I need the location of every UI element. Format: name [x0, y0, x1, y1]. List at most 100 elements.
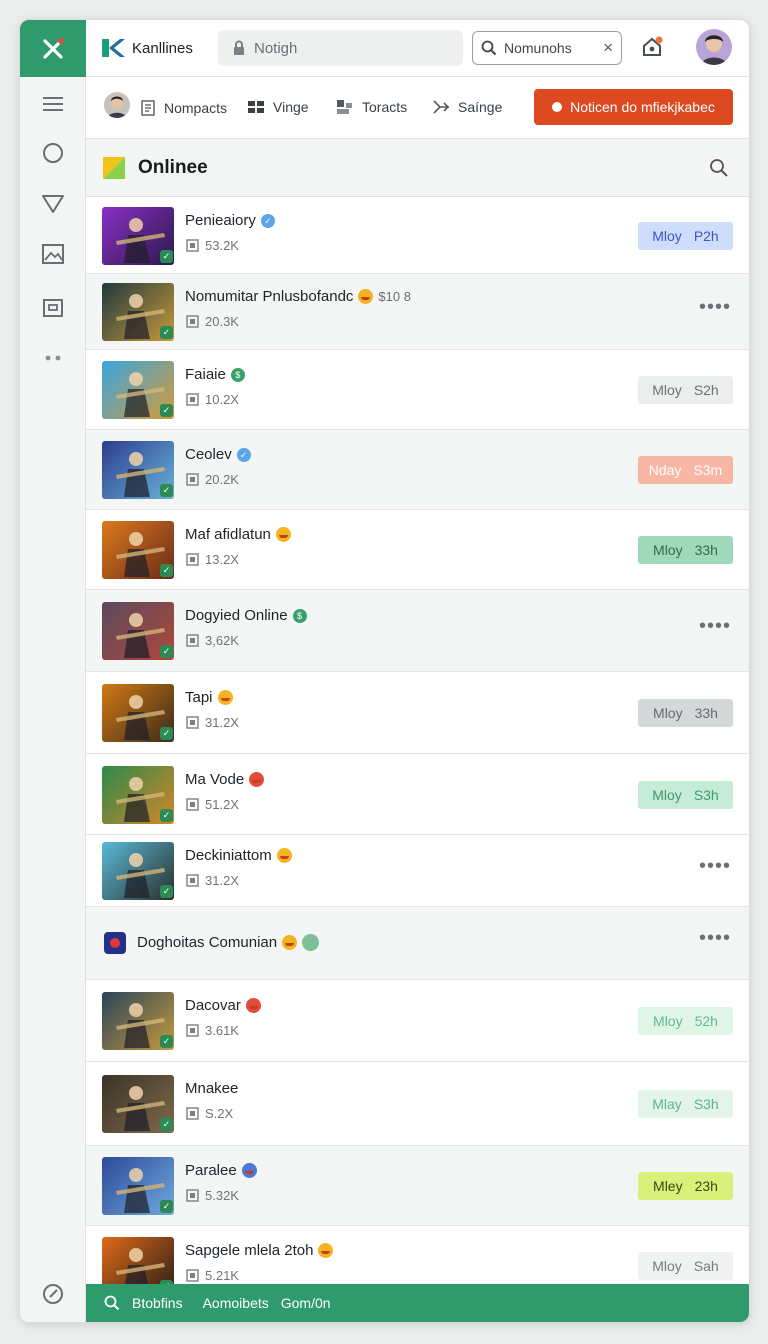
- nav-item-vinge[interactable]: Vinge: [247, 99, 309, 115]
- more-options-icon[interactable]: ••••: [699, 296, 731, 319]
- list-item[interactable]: ✓ Faiaie $10.2X Mloy S2h: [86, 350, 749, 430]
- game-title[interactable]: Ma Vode: [185, 771, 265, 788]
- platform-badge-icon: ✓: [160, 564, 173, 577]
- list-item[interactable]: ✓ Maf afidlatun 13.2X Mloy 33h: [86, 510, 749, 590]
- card-icon[interactable]: [20, 288, 86, 328]
- nav-item-nompacts[interactable]: Nompacts: [140, 99, 227, 117]
- document-icon: [141, 100, 155, 116]
- list-item[interactable]: ✓ Dacovar 3.61K Mloy 52h: [86, 980, 749, 1062]
- game-meta: 3,62K: [186, 633, 239, 648]
- play-time-button[interactable]: Mloy Sah: [638, 1252, 733, 1280]
- notification-icon[interactable]: [641, 36, 663, 63]
- game-thumbnail[interactable]: ✓: [102, 441, 174, 499]
- play-time-button[interactable]: Mloy S3h: [638, 781, 733, 809]
- game-thumbnail[interactable]: ✓: [102, 1075, 174, 1133]
- circle-icon[interactable]: [20, 133, 86, 173]
- game-title[interactable]: Paralee: [185, 1162, 257, 1179]
- game-title[interactable]: Deckiniattom: [185, 847, 292, 864]
- more-options-icon[interactable]: ••••: [699, 855, 731, 878]
- players-icon: [186, 553, 199, 566]
- game-title-text: Penieaiory: [185, 212, 256, 229]
- group-title: Doghoitas Comunian: [137, 934, 320, 951]
- game-thumbnail[interactable]: ✓: [102, 602, 174, 660]
- list-item[interactable]: ✓ Deckiniattom 31.2X ••••: [86, 835, 749, 907]
- game-thumbnail[interactable]: ✓: [102, 1157, 174, 1215]
- address-field[interactable]: Notigh: [218, 30, 463, 66]
- play-time-label: 52h: [694, 1013, 718, 1029]
- more-options-icon[interactable]: ••••: [699, 615, 731, 638]
- list-item[interactable]: ✓ Dogyied Online $ 3,62K ••••: [86, 590, 749, 672]
- player-count: 31.2X: [205, 715, 239, 730]
- brand[interactable]: Kanllines: [86, 37, 218, 59]
- game-title[interactable]: Penieaiory ✓: [185, 212, 275, 229]
- play-time-button[interactable]: Mlay S3h: [638, 1090, 733, 1118]
- play-time-button[interactable]: Mloy 52h: [638, 1007, 733, 1035]
- play-time-label: Mloy: [653, 705, 683, 721]
- game-thumbnail[interactable]: ✓: [102, 684, 174, 742]
- game-thumbnail[interactable]: ✓: [102, 842, 174, 900]
- game-title[interactable]: Dogyied Online $: [185, 607, 307, 624]
- user-avatar[interactable]: [696, 29, 732, 65]
- play-time-button[interactable]: Mloy 33h: [638, 699, 733, 727]
- game-title[interactable]: Sapgele mlela 2toh: [185, 1242, 334, 1259]
- coin-icon: $: [292, 608, 307, 623]
- footer-item-3[interactable]: Gom/0n: [281, 1295, 331, 1311]
- list-item[interactable]: ✓ Mnakee S.2X Mlay S3h: [86, 1062, 749, 1146]
- nav-item-toracts[interactable]: Toracts: [336, 99, 407, 115]
- app-window: Kanllines Notigh Nomunohs × Nompacts Vin…: [19, 19, 750, 1323]
- player-count: 53.2K: [205, 238, 239, 253]
- play-time-button[interactable]: Mloy S2h: [638, 376, 733, 404]
- game-title[interactable]: Nomumitar Pnlusbofandc $10 8: [185, 288, 411, 305]
- play-time-button[interactable]: Mley 23h: [638, 1172, 733, 1200]
- play-time-button[interactable]: Mloy P2h: [638, 222, 733, 250]
- menu-icon[interactable]: [20, 84, 86, 124]
- triangle-icon[interactable]: [20, 184, 86, 224]
- platform-badge-icon: ✓: [160, 1200, 173, 1213]
- game-title[interactable]: Tapi: [185, 689, 233, 706]
- footer-search-icon[interactable]: [104, 1295, 120, 1311]
- game-title[interactable]: Maf afidlatun: [185, 526, 291, 543]
- game-thumbnail[interactable]: ✓: [102, 766, 174, 824]
- list-item[interactable]: ✓ Ceolev ✓ 20.2K Nday S3m: [86, 430, 749, 510]
- notification-cta-button[interactable]: Noticen do mfiekjkabec: [534, 89, 733, 125]
- play-time-label: Mloy: [652, 382, 682, 398]
- list-item[interactable]: ✓ Ma Vode 51.2X Mloy S3h: [86, 754, 749, 835]
- search-input[interactable]: Nomunohs ×: [472, 31, 622, 65]
- player-count: 51.2X: [205, 797, 239, 812]
- nav-label: Vinge: [273, 99, 309, 115]
- section-search-icon[interactable]: [709, 158, 729, 178]
- play-time-button[interactable]: Mloy 33h: [638, 536, 733, 564]
- list-item[interactable]: ✓ Tapi 31.2X Mloy 33h: [86, 672, 749, 754]
- emoji-icon: [249, 772, 265, 787]
- more-options-icon[interactable]: ••••: [699, 927, 731, 950]
- clear-search-icon[interactable]: ×: [603, 38, 613, 58]
- game-title[interactable]: Faiaie $: [185, 366, 245, 383]
- emoji-icon: [217, 690, 233, 705]
- list-item[interactable]: ✓ Penieaiory ✓ 53.2K Mloy P2h: [86, 197, 749, 274]
- platform-badge-icon: ✓: [160, 326, 173, 339]
- group-row[interactable]: Doghoitas Comunian ••••: [86, 907, 749, 980]
- contact-avatar[interactable]: [104, 92, 130, 118]
- game-title[interactable]: Mnakee: [185, 1080, 238, 1097]
- game-title[interactable]: Dacovar: [185, 997, 261, 1014]
- more-icon[interactable]: [20, 338, 86, 378]
- game-thumbnail[interactable]: ✓: [102, 207, 174, 265]
- play-time-label: 33h: [694, 705, 718, 721]
- footer-item-2[interactable]: Aomoibets: [203, 1295, 269, 1311]
- emoji-icon: [276, 848, 292, 863]
- gallery-icon[interactable]: [20, 234, 86, 274]
- list-item[interactable]: ✓ Nomumitar Pnlusbofandc $10 8 20.3K ••••: [86, 274, 749, 350]
- game-extra: $10 8: [378, 289, 411, 304]
- play-time-label: S3m: [693, 462, 723, 478]
- game-title[interactable]: Ceolev ✓: [185, 446, 251, 463]
- game-thumbnail[interactable]: ✓: [102, 283, 174, 341]
- game-thumbnail[interactable]: ✓: [102, 521, 174, 579]
- game-thumbnail[interactable]: ✓: [102, 361, 174, 419]
- edit-icon[interactable]: [20, 1274, 86, 1314]
- footer-item-1[interactable]: Btobfins: [132, 1295, 183, 1311]
- nav-item-sainge[interactable]: Saínge: [432, 99, 502, 115]
- app-logo-button[interactable]: [20, 20, 86, 77]
- game-thumbnail[interactable]: ✓: [102, 992, 174, 1050]
- play-time-button[interactable]: Nday S3m: [638, 456, 733, 484]
- list-item[interactable]: ✓ Paralee 5.32K Mley 23h: [86, 1146, 749, 1226]
